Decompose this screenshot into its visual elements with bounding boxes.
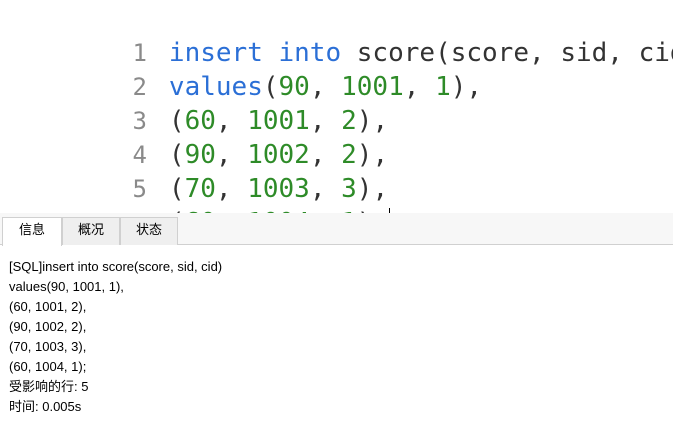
code-line-1[interactable]: 1insert into score(score, sid, cid) bbox=[0, 2, 673, 68]
code-line-6[interactable]: 6(60, 1004, 1); bbox=[0, 172, 391, 213]
result-panel: 信息 概况 状态 [SQL]insert into score(score, s… bbox=[0, 213, 673, 445]
sql-editor[interactable]: 1insert into score(score, sid, cid) 2val… bbox=[0, 0, 673, 213]
tab-status[interactable]: 状态 bbox=[120, 217, 178, 245]
code-token: , bbox=[403, 72, 436, 102]
code-line-4[interactable]: 4 (90, 1002, 2), bbox=[0, 104, 388, 170]
code-token: ), bbox=[450, 72, 483, 102]
execution-time: 时间: 0.005s bbox=[9, 399, 82, 414]
line-number: 6 bbox=[94, 206, 146, 213]
code-token: , bbox=[529, 38, 561, 68]
tab-overview[interactable]: 概况 bbox=[62, 217, 120, 245]
output-line: (90, 1002, 2), bbox=[9, 319, 87, 334]
result-tabs: 信息 概况 状态 bbox=[0, 213, 673, 246]
output-line: (60, 1001, 2), bbox=[9, 299, 87, 314]
code-line-2[interactable]: 2 values(90, 1001, 1), bbox=[0, 36, 482, 102]
code-token: cid bbox=[638, 38, 673, 68]
output-line: (60, 1004, 1); bbox=[9, 359, 87, 374]
output-line: (70, 1003, 3), bbox=[9, 339, 87, 354]
affected-rows: 受影响的行: 5 bbox=[9, 379, 89, 394]
output-line: [SQL]insert into score(score, sid, cid) bbox=[9, 259, 223, 274]
code-line-3[interactable]: 3 (60, 1001, 2), bbox=[0, 70, 388, 136]
sql-query-window: 1insert into score(score, sid, cid) 2val… bbox=[0, 0, 673, 445]
message-output: [SQL]insert into score(score, sid, cid) … bbox=[9, 257, 222, 417]
code-line-5[interactable]: 5 (70, 1003, 3), bbox=[0, 138, 388, 204]
code-token: , bbox=[607, 38, 639, 68]
code-text: (60, 1004, 1); bbox=[147, 206, 391, 213]
output-line: values(90, 1001, 1), bbox=[9, 279, 124, 294]
code-token: 1 bbox=[435, 72, 451, 102]
code-token: sid bbox=[560, 38, 608, 68]
tab-info[interactable]: 信息 bbox=[2, 217, 62, 246]
